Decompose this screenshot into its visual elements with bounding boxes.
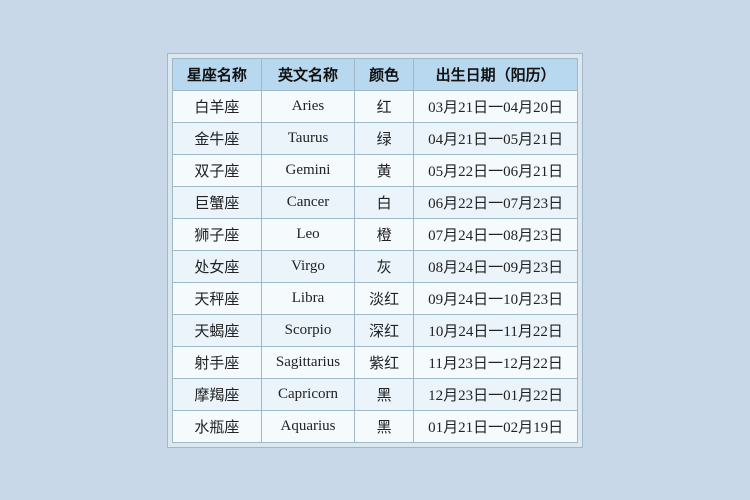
cell-english-name: Scorpio	[261, 314, 354, 346]
cell-dates: 08月24日一09月23日	[414, 250, 578, 282]
table-row: 双子座Gemini黄05月22日一06月21日	[172, 154, 577, 186]
cell-english-name: Leo	[261, 218, 354, 250]
cell-chinese-name: 天秤座	[172, 282, 261, 314]
cell-english-name: Taurus	[261, 122, 354, 154]
cell-color: 深红	[355, 314, 414, 346]
header-english-name: 英文名称	[261, 58, 354, 90]
cell-chinese-name: 双子座	[172, 154, 261, 186]
cell-color: 紫红	[355, 346, 414, 378]
table-row: 金牛座Taurus绿04月21日一05月21日	[172, 122, 577, 154]
table-row: 水瓶座Aquarius黑01月21日一02月19日	[172, 410, 577, 442]
cell-chinese-name: 金牛座	[172, 122, 261, 154]
cell-color: 白	[355, 186, 414, 218]
header-color: 颜色	[355, 58, 414, 90]
cell-chinese-name: 处女座	[172, 250, 261, 282]
table-row: 天蝎座Scorpio深红10月24日一11月22日	[172, 314, 577, 346]
header-birthdate: 出生日期（阳历）	[414, 58, 578, 90]
cell-english-name: Cancer	[261, 186, 354, 218]
cell-english-name: Aries	[261, 90, 354, 122]
cell-chinese-name: 射手座	[172, 346, 261, 378]
cell-dates: 07月24日一08月23日	[414, 218, 578, 250]
cell-dates: 04月21日一05月21日	[414, 122, 578, 154]
cell-color: 黄	[355, 154, 414, 186]
cell-chinese-name: 白羊座	[172, 90, 261, 122]
table-row: 摩羯座Capricorn黑12月23日一01月22日	[172, 378, 577, 410]
table-row: 天秤座Libra淡红09月24日一10月23日	[172, 282, 577, 314]
cell-chinese-name: 狮子座	[172, 218, 261, 250]
cell-chinese-name: 巨蟹座	[172, 186, 261, 218]
cell-english-name: Capricorn	[261, 378, 354, 410]
cell-english-name: Sagittarius	[261, 346, 354, 378]
cell-color: 黑	[355, 378, 414, 410]
table-row: 白羊座Aries红03月21日一04月20日	[172, 90, 577, 122]
cell-color: 绿	[355, 122, 414, 154]
cell-color: 淡红	[355, 282, 414, 314]
table-row: 处女座Virgo灰08月24日一09月23日	[172, 250, 577, 282]
cell-color: 橙	[355, 218, 414, 250]
cell-dates: 06月22日一07月23日	[414, 186, 578, 218]
cell-chinese-name: 摩羯座	[172, 378, 261, 410]
table-row: 狮子座Leo橙07月24日一08月23日	[172, 218, 577, 250]
table-row: 巨蟹座Cancer白06月22日一07月23日	[172, 186, 577, 218]
zodiac-table: 星座名称 英文名称 颜色 出生日期（阳历） 白羊座Aries红03月21日一04…	[172, 58, 578, 443]
cell-chinese-name: 天蝎座	[172, 314, 261, 346]
cell-dates: 01月21日一02月19日	[414, 410, 578, 442]
cell-chinese-name: 水瓶座	[172, 410, 261, 442]
cell-english-name: Virgo	[261, 250, 354, 282]
cell-dates: 09月24日一10月23日	[414, 282, 578, 314]
cell-dates: 11月23日一12月22日	[414, 346, 578, 378]
cell-dates: 12月23日一01月22日	[414, 378, 578, 410]
cell-english-name: Libra	[261, 282, 354, 314]
cell-color: 红	[355, 90, 414, 122]
cell-dates: 10月24日一11月22日	[414, 314, 578, 346]
table-header-row: 星座名称 英文名称 颜色 出生日期（阳历）	[172, 58, 577, 90]
cell-color: 黑	[355, 410, 414, 442]
cell-dates: 05月22日一06月21日	[414, 154, 578, 186]
cell-color: 灰	[355, 250, 414, 282]
zodiac-table-container: 星座名称 英文名称 颜色 出生日期（阳历） 白羊座Aries红03月21日一04…	[167, 53, 583, 448]
header-chinese-name: 星座名称	[172, 58, 261, 90]
cell-english-name: Aquarius	[261, 410, 354, 442]
table-row: 射手座Sagittarius紫红11月23日一12月22日	[172, 346, 577, 378]
cell-dates: 03月21日一04月20日	[414, 90, 578, 122]
cell-english-name: Gemini	[261, 154, 354, 186]
